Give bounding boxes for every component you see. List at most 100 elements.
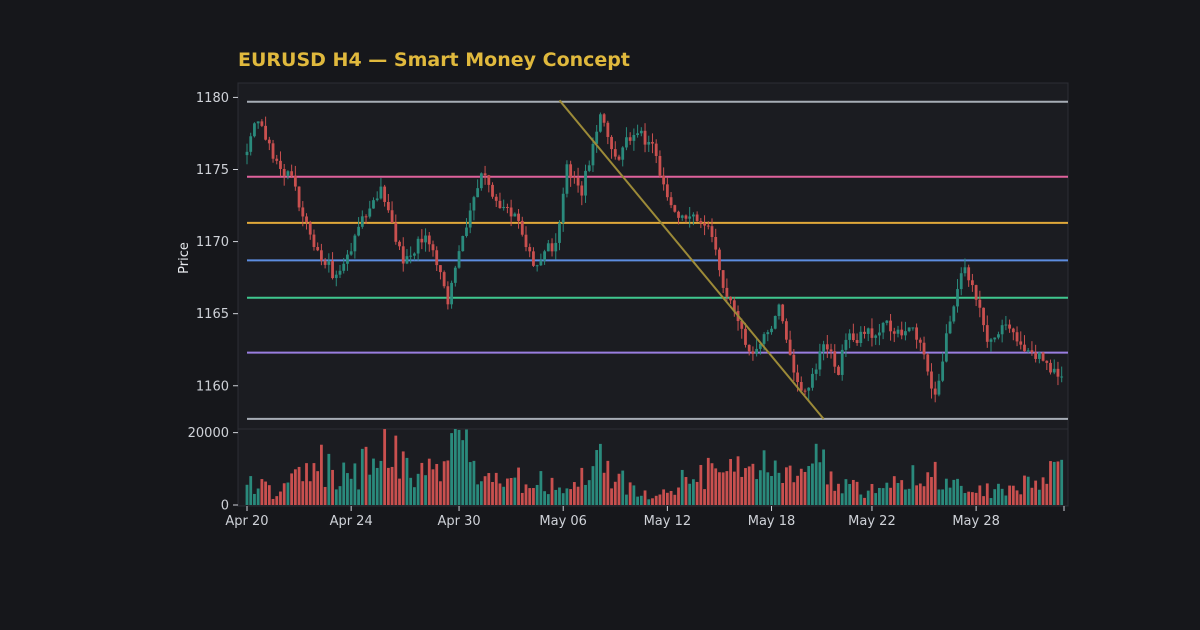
candle-body xyxy=(989,339,993,342)
volume-tick-label: 0 xyxy=(221,499,229,514)
candle-body xyxy=(643,130,647,145)
volume-bar xyxy=(639,495,643,505)
volume-bar xyxy=(773,460,777,505)
candle-body xyxy=(249,136,253,152)
volume-bar xyxy=(807,466,811,505)
volume-bar xyxy=(922,486,926,505)
volume-bar xyxy=(796,475,799,505)
candle-body xyxy=(353,235,357,252)
candle-body xyxy=(1049,362,1052,373)
candle-body xyxy=(450,282,453,305)
candle-body xyxy=(851,333,855,341)
volume-bar xyxy=(840,493,844,505)
volume-bar xyxy=(264,481,267,505)
y-tick-label: 1165 xyxy=(196,307,229,322)
x-tick-label: Apr 20 xyxy=(225,514,268,529)
candle-body xyxy=(256,121,260,124)
candle-body xyxy=(413,253,416,256)
volume-bar xyxy=(293,469,297,505)
volume-bar xyxy=(959,485,963,505)
volume-bar xyxy=(498,483,502,505)
volume-bar xyxy=(766,472,770,505)
candle-body xyxy=(316,246,320,251)
candle-body xyxy=(439,265,442,273)
candle-body xyxy=(662,175,666,185)
volume-bar xyxy=(699,464,703,505)
candle-body xyxy=(944,333,948,362)
volume-bar xyxy=(580,467,584,505)
candle-body xyxy=(1060,376,1064,378)
candle-body xyxy=(632,134,636,141)
volume-bar xyxy=(792,482,796,505)
volume-bar xyxy=(569,489,573,505)
candle-body xyxy=(1034,352,1038,359)
volume-bar xyxy=(997,483,1000,505)
candle-body xyxy=(375,198,379,201)
volume-bar xyxy=(483,476,487,505)
volume-bar xyxy=(870,483,874,505)
volume-bar xyxy=(643,490,647,505)
candle-body xyxy=(978,299,982,308)
volume-bar xyxy=(896,483,900,505)
volume-bar xyxy=(974,492,978,505)
candle-body xyxy=(587,165,591,171)
volume-bar xyxy=(479,481,483,505)
candle-body xyxy=(818,351,822,370)
volume-bar xyxy=(918,483,922,505)
y-tick-label: 1170 xyxy=(196,235,229,250)
candle-body xyxy=(1030,350,1034,353)
candle-body xyxy=(509,207,513,217)
candle-body xyxy=(569,164,573,177)
volume-bar xyxy=(851,479,855,505)
volume-bar xyxy=(710,463,714,505)
volume-bar xyxy=(822,449,825,505)
candle-body xyxy=(293,175,297,187)
candle-body xyxy=(275,158,279,161)
candle-body xyxy=(859,331,863,344)
candle-body xyxy=(792,354,796,373)
volume-bar xyxy=(572,482,576,505)
volume-bar xyxy=(855,481,859,505)
volume-bar xyxy=(833,490,837,505)
candle-body xyxy=(334,274,338,279)
volume-bar xyxy=(320,444,323,505)
volume-bar xyxy=(331,469,334,505)
candle-body xyxy=(390,210,394,223)
volume-bar xyxy=(587,480,591,505)
volume-bar xyxy=(881,488,885,505)
candle-body xyxy=(286,171,290,177)
chart-title: EURUSD H4 — Smart Money Concept xyxy=(238,49,630,71)
candle-body xyxy=(811,373,814,388)
candle-body xyxy=(1015,332,1019,342)
volume-bar xyxy=(431,469,435,505)
candle-body xyxy=(825,344,829,350)
volume-bar xyxy=(911,465,915,505)
candle-body xyxy=(409,255,413,257)
x-tick-label: May 06 xyxy=(539,514,587,529)
candle-body xyxy=(751,351,755,354)
volume-bar xyxy=(487,473,491,505)
candle-body xyxy=(572,176,576,178)
volume-bar xyxy=(245,484,249,505)
volume-bar xyxy=(360,448,364,505)
volume-bar xyxy=(632,485,636,505)
volume-bar xyxy=(435,463,439,505)
x-tick-label: May 12 xyxy=(644,514,692,529)
volume-bar xyxy=(937,489,941,505)
candle-body xyxy=(558,222,561,243)
volume-bar xyxy=(617,473,621,505)
volume-bar xyxy=(651,498,654,505)
y-tick-label: 1160 xyxy=(196,379,229,394)
volume-bar xyxy=(669,490,673,505)
volume-bar xyxy=(372,458,375,505)
candle-body xyxy=(628,137,632,141)
candle-body xyxy=(766,332,770,335)
candle-body xyxy=(528,247,532,252)
volume-bar xyxy=(338,486,342,505)
candle-body xyxy=(442,272,446,287)
candle-body xyxy=(405,256,409,264)
volume-bar xyxy=(688,483,692,505)
volume-bar xyxy=(379,460,383,505)
volume-bar xyxy=(941,489,945,505)
candle-body xyxy=(688,216,692,219)
